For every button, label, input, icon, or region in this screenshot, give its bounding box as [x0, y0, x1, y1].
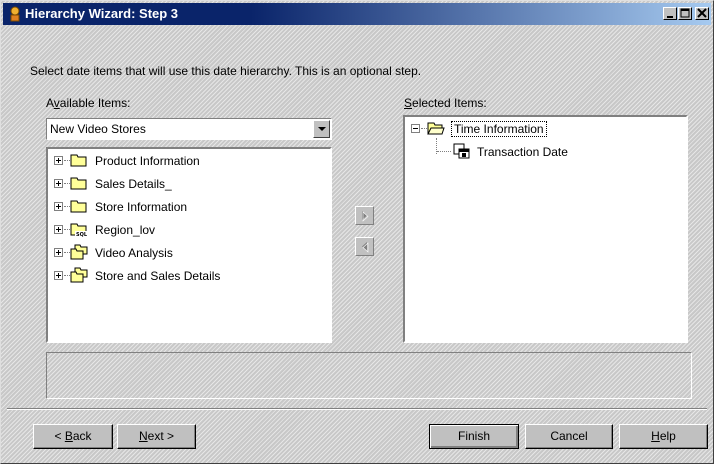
tree-item-label: Region_lov: [95, 223, 156, 237]
instruction-text: Select date items that will use this dat…: [30, 64, 422, 78]
close-button[interactable]: [695, 7, 709, 20]
available-items-label: Available Items:: [46, 96, 131, 110]
tree-item-label: Time Information: [451, 121, 547, 137]
selected-items-tree[interactable]: Time Information Transaction Date: [403, 115, 688, 343]
window-title: Hierarchy Wizard: Step 3: [25, 6, 179, 21]
selected-items-label: Selected Items:: [404, 96, 487, 110]
title-bar[interactable]: Hierarchy Wizard: Step 3: [3, 3, 711, 25]
dropdown-button[interactable]: [313, 120, 330, 138]
tree-item-label: Video Analysis: [95, 246, 173, 260]
business-area-value: New Video Stores: [50, 122, 146, 136]
expand-icon[interactable]: [54, 179, 63, 188]
tree-item-label: Sales Details_: [95, 177, 172, 191]
open-folder-icon: [427, 122, 445, 135]
expand-icon[interactable]: [54, 271, 63, 280]
collapse-icon[interactable]: [411, 124, 420, 133]
maximize-icon: [680, 8, 690, 18]
back-button[interactable]: < Back: [33, 424, 113, 449]
stacked-folders-icon: [70, 244, 88, 260]
remove-item-button[interactable]: [355, 237, 374, 256]
folder-icon: [70, 154, 87, 167]
folder-icon: [70, 177, 87, 190]
maximize-button[interactable]: [678, 7, 692, 20]
tree-item-label: Transaction Date: [477, 145, 568, 159]
description-panel: [46, 352, 692, 399]
expand-icon[interactable]: [54, 225, 63, 234]
close-icon: [697, 8, 707, 18]
help-button[interactable]: Help: [619, 424, 708, 449]
expand-icon[interactable]: [54, 202, 63, 211]
tree-item-label: Store Information: [95, 200, 188, 214]
minimize-button[interactable]: [663, 7, 677, 20]
svg-text:SQL: SQL: [76, 232, 88, 237]
expand-icon[interactable]: [54, 156, 63, 165]
wizard-icon: [10, 6, 20, 22]
arrow-left-icon: [362, 242, 369, 253]
next-button[interactable]: Next >: [117, 424, 196, 449]
available-items-tree[interactable]: Product Information Sales Details_ Store…: [46, 147, 332, 343]
minimize-icon: [667, 16, 673, 18]
hierarchy-wizard-window: Hierarchy Wizard: Step 3 Select date ite…: [0, 0, 714, 464]
finish-button[interactable]: Finish: [429, 424, 519, 449]
add-item-button[interactable]: [355, 206, 374, 225]
folder-icon: [70, 200, 87, 213]
business-area-select[interactable]: New Video Stores: [46, 118, 332, 140]
date-item-icon: [453, 143, 470, 159]
cancel-button[interactable]: Cancel: [525, 424, 613, 449]
sql-folder-icon: SQL: [70, 223, 88, 237]
tree-item-label: Product Information: [95, 154, 200, 168]
tree-item-label: Store and Sales Details: [95, 269, 221, 283]
expand-icon[interactable]: [54, 248, 63, 257]
stacked-folders-icon: [70, 267, 88, 283]
arrow-right-icon: [362, 211, 369, 222]
